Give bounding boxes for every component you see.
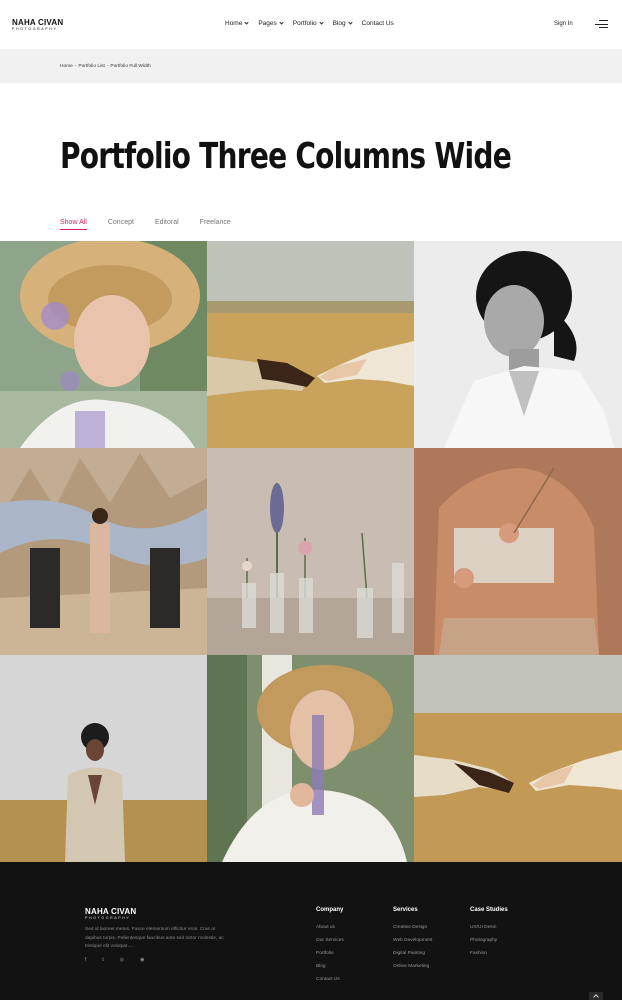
main-nav: Home Pages Portfolio Blog Contact Us <box>225 20 394 27</box>
footer-link[interactable]: Blog <box>316 960 344 973</box>
footer-column-title: Company <box>316 907 344 913</box>
breadcrumb-bar: Home - Portfolio List - Portfolio Full Wid… <box>0 49 622 83</box>
footer-link[interactable]: Portfolio <box>316 947 344 960</box>
site-logo[interactable]: NAHA CIVAN PHOTOGRAPHY <box>12 18 63 32</box>
woman-hat-lavender-image <box>207 655 414 862</box>
nav-contact[interactable]: Contact Us <box>362 20 394 27</box>
footer-logo-name: NAHA CIVAN <box>85 907 137 916</box>
flowers-vases-image <box>207 448 414 655</box>
desert-group-image <box>0 448 207 655</box>
site-footer: NAHA CIVAN PHOTOGRAPHY Sed id laoreet me… <box>0 862 622 1000</box>
sign-in-link[interactable]: Sign In <box>554 21 573 27</box>
facebook-icon[interactable]: f <box>85 957 86 963</box>
woman-straw-hat-image <box>0 241 207 448</box>
woman-dried-flowers-image <box>414 448 622 655</box>
filter-freelance[interactable]: Freelance <box>200 219 231 230</box>
breadcrumb-current: Portfolio Full Width <box>110 64 151 69</box>
nav-pages[interactable]: Pages <box>258 20 284 27</box>
filter-editoral[interactable]: Editoral <box>155 219 179 230</box>
footer-column-company: Company About us Our Services Portfolio … <box>316 907 344 986</box>
filter-concept[interactable]: Concept <box>108 219 134 230</box>
footer-link[interactable]: Our Services <box>316 934 344 947</box>
footer-column-title: Services <box>393 907 418 913</box>
twitter-icon[interactable]: t <box>102 957 103 963</box>
portfolio-item[interactable] <box>207 241 414 448</box>
footer-column-title: Case Studies <box>470 907 508 913</box>
nav-home[interactable]: Home <box>225 20 249 27</box>
footer-link[interactable]: Digital Painting <box>393 947 432 960</box>
footer-link[interactable]: About us <box>316 921 344 934</box>
breadcrumb: Home - Portfolio List - Portfolio Full Wid… <box>60 64 151 69</box>
woman-profile-image <box>414 241 622 448</box>
footer-link[interactable]: Online Marketing <box>393 960 432 973</box>
hands-field-image <box>207 241 414 448</box>
footer-link[interactable]: Fashion <box>470 947 508 960</box>
man-covering-eyes-image <box>0 655 207 862</box>
nav-blog[interactable]: Blog <box>332 20 353 27</box>
nav-home-label: Home <box>225 20 243 27</box>
nav-portfolio-label: Portfolio <box>292 20 317 27</box>
logo-tagline: PHOTOGRAPHY <box>12 27 58 31</box>
footer-link[interactable]: Photography <box>470 934 508 947</box>
nav-portfolio[interactable]: Portfolio <box>292 20 324 27</box>
logo-name: NAHA CIVAN <box>12 18 64 27</box>
chevron-down-icon <box>348 20 353 25</box>
footer-link[interactable]: Contact Us <box>316 973 344 986</box>
footer-logo[interactable]: NAHA CIVAN PHOTOGRAPHY <box>85 907 136 921</box>
footer-social: f t ◎ ◉ <box>85 957 145 963</box>
instagram-icon[interactable]: ◎ <box>120 957 124 963</box>
dribbble-icon[interactable]: ◉ <box>140 957 144 963</box>
portfolio-item[interactable] <box>0 241 207 448</box>
hamburger-icon[interactable] <box>595 20 608 29</box>
portfolio-item[interactable] <box>207 448 414 655</box>
nav-pages-label: Pages <box>258 20 277 27</box>
site-header: NAHA CIVAN PHOTOGRAPHY Home Pages Portfo… <box>0 0 622 49</box>
portfolio-item[interactable] <box>414 448 622 655</box>
hands-field-wide-image <box>414 655 622 862</box>
scroll-to-top-button[interactable] <box>589 992 603 1000</box>
page-title: Portfolio Three Columns Wide <box>60 136 512 177</box>
portfolio-item[interactable] <box>414 655 622 862</box>
nav-contact-label: Contact Us <box>361 20 394 27</box>
footer-logo-tagline: PHOTOGRAPHY <box>85 916 131 920</box>
chevron-down-icon <box>279 20 284 25</box>
chevron-down-icon <box>319 20 324 25</box>
footer-link[interactable]: UX/UI Desin <box>470 921 508 934</box>
footer-description: Sed id laoreet metus. Fusce elementum ef… <box>85 927 224 949</box>
footer-link[interactable]: Web Development <box>393 934 432 947</box>
portfolio-item[interactable] <box>0 655 207 862</box>
footer-column-services: Services Creative Design Web Development… <box>393 907 432 973</box>
chevron-down-icon <box>244 20 249 25</box>
breadcrumb-portfolio-list[interactable]: Portfolio List <box>78 64 104 69</box>
portfolio-filters: Show All Concept Editoral Freelance <box>60 219 231 230</box>
portfolio-item[interactable] <box>207 655 414 862</box>
filter-show-all[interactable]: Show All <box>60 219 87 230</box>
portfolio-item[interactable] <box>0 448 207 655</box>
portfolio-grid <box>0 241 622 862</box>
portfolio-item[interactable] <box>414 241 622 448</box>
nav-blog-label: Blog <box>332 20 346 27</box>
breadcrumb-home[interactable]: Home <box>60 64 73 69</box>
footer-column-case-studies: Case Studies UX/UI Desin Photography Fas… <box>470 907 508 960</box>
footer-link[interactable]: Creative Design <box>393 921 432 934</box>
